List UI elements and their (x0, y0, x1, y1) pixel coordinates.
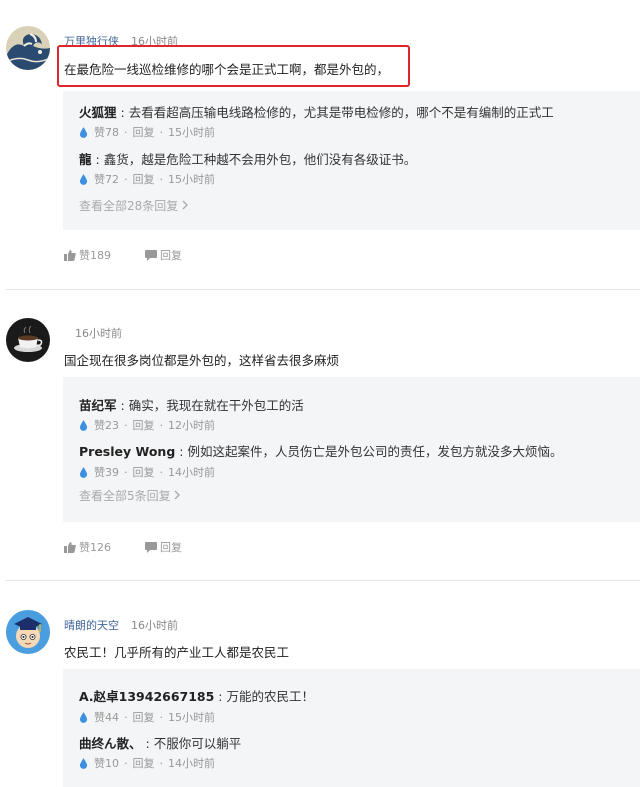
comment-time: 16小时前 (131, 619, 178, 632)
like-count: 赞189 (79, 249, 111, 262)
user-avatar[interactable] (6, 318, 50, 362)
like-button[interactable]: 赞189 (64, 247, 111, 263)
reply-time: 15小时前 (168, 126, 215, 139)
reply-label: 回复 (160, 541, 182, 554)
reply-button[interactable]: 回复 (133, 709, 155, 725)
reply-list: A.赵卓13942667185 : 万能的农民工！ 赞44 · 回复 · 15小时前… (63, 669, 640, 787)
reply-content: 例如这起案件，人员伤亡是外包公司的责任，发包方就没多大烦恼。 (187, 444, 563, 459)
reply-meta: 赞39 · 回复 · 14小时前 (79, 464, 215, 480)
comment-time: 16小时前 (75, 327, 122, 340)
reply-content: 万能的农民工！ (226, 689, 315, 704)
reply-author[interactable]: 龍 (79, 152, 92, 167)
reply-like-count[interactable]: 赞72 (94, 171, 119, 187)
reply-item: Presley Wong : 例如这起案件，人员伤亡是外包公司的责任，发包方就没… (79, 444, 563, 459)
reply-button[interactable]: 回复 (133, 124, 155, 140)
comment-actions: 赞189 回复 (64, 247, 216, 263)
reply-author[interactable]: 火狐狸 (79, 105, 117, 120)
view-all-replies-link[interactable]: 查看全部5条回复 (79, 487, 181, 504)
reply-meta: 赞44 · 回复 · 15小时前 (79, 709, 215, 725)
reply-item: 火狐狸 : 去看看超高压输电线路检修的，尤其是带电检修的，哪个不是有编制的正式工 (79, 105, 554, 120)
reply-like-count[interactable]: 赞39 (94, 464, 119, 480)
reply-list: 苗纪军 : 确实，我现在就在干外包工的活 赞23 · 回复 · 12小时前 Pres… (63, 377, 640, 522)
user-avatar[interactable] (6, 26, 50, 70)
highlight-box (57, 45, 410, 87)
reply-like-count[interactable]: 赞78 (94, 124, 119, 140)
reply-comment-button[interactable]: 回复 (145, 539, 182, 555)
view-all-label: 查看全部28条回复 (79, 199, 179, 213)
thumbs-up-icon (64, 249, 76, 261)
coffee-cup-avatar (6, 318, 50, 362)
comment-actions: 赞126 回复 (64, 539, 216, 555)
wave-avatar (6, 26, 50, 70)
reply-content: 去看看超高压输电线路检修的，尤其是带电检修的，哪个不是有编制的正式工 (128, 105, 554, 120)
reply-meta: 赞23 · 回复 · 12小时前 (79, 417, 215, 433)
water-drop-icon[interactable] (79, 466, 88, 478)
reply-time: 14小时前 (168, 466, 215, 479)
reply-button[interactable]: 回复 (133, 464, 155, 480)
reply-like-count[interactable]: 赞44 (94, 709, 119, 725)
reply-label: 回复 (160, 249, 182, 262)
reply-time: 14小时前 (168, 757, 215, 770)
reply-item: A.赵卓13942667185 : 万能的农民工！ (79, 689, 315, 704)
reply-content: 鑫货，越是危险工种越不会用外包，他们没有各级证书。 (103, 152, 417, 167)
view-all-label: 查看全部5条回复 (79, 489, 171, 503)
water-drop-icon[interactable] (79, 173, 88, 185)
water-drop-icon[interactable] (79, 757, 88, 769)
reply-button[interactable]: 回复 (133, 171, 155, 187)
comment-author[interactable]: 晴朗的天空 (64, 617, 119, 633)
reply-comment-button[interactable]: 回复 (145, 247, 182, 263)
like-button[interactable]: 赞126 (64, 539, 111, 555)
reply-button[interactable]: 回复 (133, 755, 155, 771)
reply-like-count[interactable]: 赞23 (94, 417, 119, 433)
reply-like-count[interactable]: 赞10 (94, 755, 119, 771)
speech-bubble-icon (145, 249, 157, 261)
reply-meta: 赞10 · 回复 · 14小时前 (79, 755, 215, 771)
thumbs-up-icon (64, 541, 76, 553)
reply-list: 火狐狸 : 去看看超高压输电线路检修的，尤其是带电检修的，哪个不是有编制的正式工… (63, 91, 640, 230)
view-all-replies-link[interactable]: 查看全部28条回复 (79, 197, 189, 214)
chevron-right-icon (182, 200, 189, 210)
reply-author[interactable]: 苗纪军 (79, 398, 117, 413)
comment-content: 国企现在很多岗位都是外包的，这样省去很多麻烦 (64, 353, 340, 368)
speech-bubble-icon (145, 541, 157, 553)
reply-button[interactable]: 回复 (133, 417, 155, 433)
reply-time: 15小时前 (168, 711, 215, 724)
water-drop-icon[interactable] (79, 419, 88, 431)
reply-author[interactable]: A.赵卓13942667185 (79, 689, 214, 704)
water-drop-icon[interactable] (79, 126, 88, 138)
reply-item: 曲终ん散、 : 不服你可以躺平 (79, 736, 242, 751)
user-avatar[interactable] (6, 610, 50, 654)
water-drop-icon[interactable] (79, 711, 88, 723)
reply-author[interactable]: 曲终ん散、 (79, 736, 142, 751)
reply-content: 确实，我现在就在干外包工的活 (128, 398, 304, 413)
reply-time: 12小时前 (168, 419, 215, 432)
reply-content: 不服你可以躺平 (153, 736, 242, 751)
like-count: 赞126 (79, 541, 111, 554)
graduate-cartoon-avatar (6, 610, 50, 654)
chevron-right-icon (175, 490, 181, 500)
reply-meta: 赞72 · 回复 · 15小时前 (79, 171, 215, 187)
comment-content: 农民工！几乎所有的产业工人都是农民工 (64, 645, 290, 660)
reply-meta: 赞78 · 回复 · 15小时前 (79, 124, 215, 140)
reply-item: 龍 : 鑫货，越是危险工种越不会用外包，他们没有各级证书。 (79, 152, 417, 167)
reply-author[interactable]: Presley Wong (79, 444, 175, 459)
reply-item: 苗纪军 : 确实，我现在就在干外包工的活 (79, 398, 304, 413)
reply-time: 15小时前 (168, 173, 215, 186)
